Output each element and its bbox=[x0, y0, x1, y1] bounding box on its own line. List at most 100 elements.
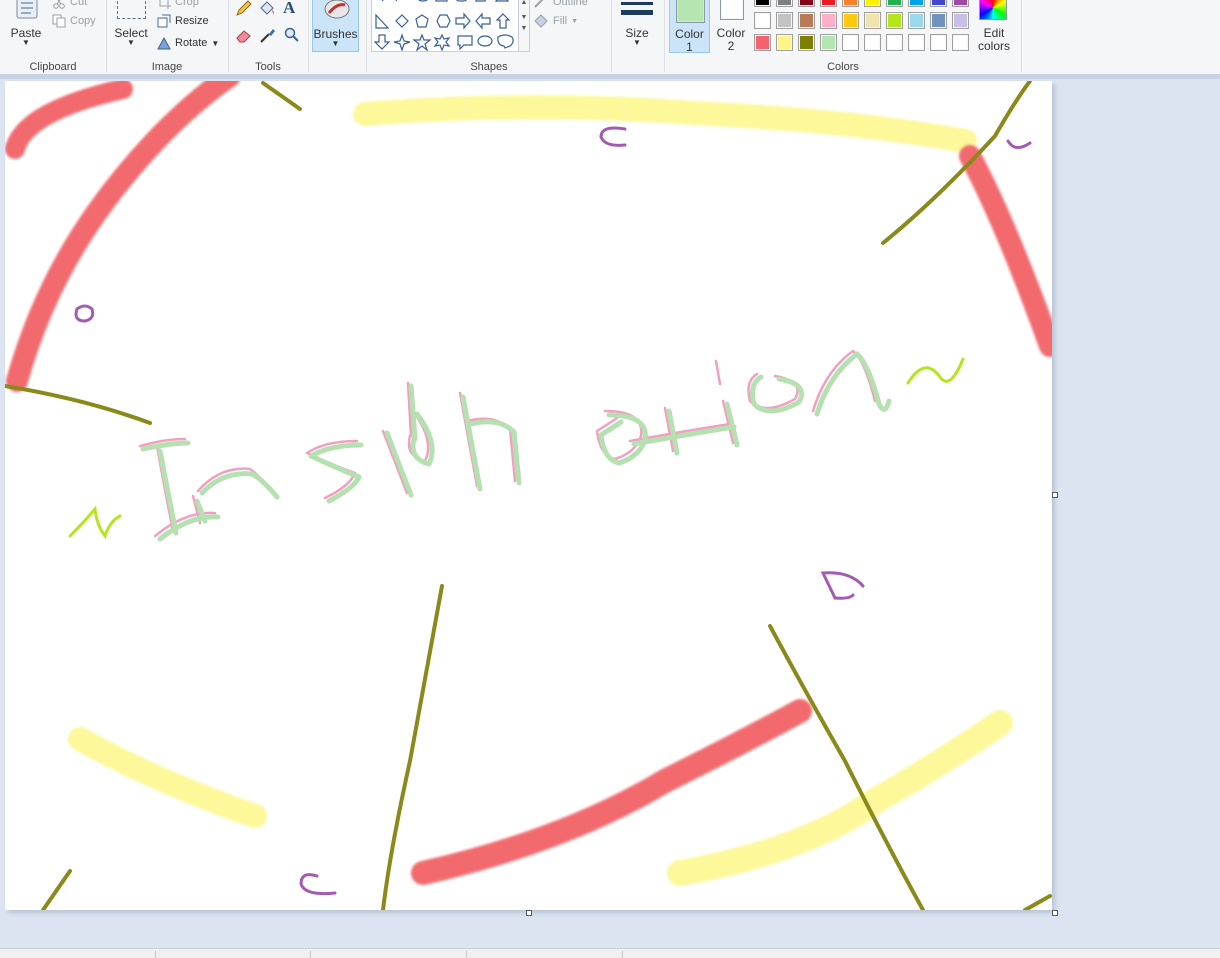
palette-color-swatch[interactable] bbox=[886, 0, 903, 7]
palette-color-swatch[interactable] bbox=[842, 34, 859, 51]
palette-color-swatch[interactable] bbox=[820, 12, 837, 29]
outline-label: Outline bbox=[553, 0, 588, 8]
select-button[interactable]: Select ▼ bbox=[113, 0, 149, 52]
chevron-down-icon: ▼ bbox=[331, 39, 340, 48]
palette-color-swatch[interactable] bbox=[886, 34, 903, 51]
clipboard-group: Paste ▼ Cut Copy Clipboard bbox=[0, 0, 106, 74]
palette-color-swatch[interactable] bbox=[776, 0, 793, 7]
expand-icon: ▼ bbox=[520, 25, 528, 32]
palette-color-swatch[interactable] bbox=[908, 12, 925, 29]
drawing-canvas[interactable] bbox=[3, 79, 1061, 912]
paste-button[interactable]: Paste ▼ bbox=[8, 0, 44, 52]
chevron-down-icon: ▼ bbox=[211, 38, 220, 48]
inspiration-handwriting bbox=[138, 349, 892, 542]
palette-color-swatch[interactable] bbox=[864, 0, 881, 7]
color1-swatch bbox=[676, 0, 705, 23]
color-picker-icon bbox=[259, 27, 277, 43]
red-strokes bbox=[5, 79, 1061, 885]
ribbon: Paste ▼ Cut Copy Clipboard Select ▼ Crop… bbox=[0, 0, 1220, 75]
eraser-tool[interactable] bbox=[235, 27, 253, 43]
palette-color-swatch[interactable] bbox=[820, 0, 837, 7]
palette-color-swatch[interactable] bbox=[952, 0, 969, 7]
canvas-workspace[interactable] bbox=[0, 79, 1220, 948]
resize-handle-corner[interactable] bbox=[1052, 910, 1058, 916]
chevron-down-icon: ▼ bbox=[633, 38, 641, 47]
fill-tool[interactable] bbox=[258, 0, 276, 16]
palette-color-swatch[interactable] bbox=[908, 34, 925, 51]
palette-color-swatch[interactable] bbox=[754, 0, 771, 7]
palette-color-swatch[interactable] bbox=[930, 34, 947, 51]
pencil-tool[interactable] bbox=[235, 0, 253, 16]
palette-color-swatch[interactable] bbox=[754, 34, 771, 51]
palette-color-swatch[interactable] bbox=[952, 34, 969, 51]
colors-group: Color 1 Color 2 Edit colors Colors bbox=[665, 0, 1021, 74]
scissors-icon bbox=[52, 0, 66, 9]
shapes-group-label: Shapes bbox=[470, 61, 508, 73]
copy-button[interactable]: Copy bbox=[52, 11, 96, 31]
palette-color-swatch[interactable] bbox=[754, 12, 771, 29]
brushes-button[interactable]: Brushes ▼ bbox=[312, 0, 359, 52]
crop-icon bbox=[157, 0, 171, 9]
image-group: Select ▼ Crop Resize Rotate ▼ Image bbox=[107, 0, 227, 74]
palette-color-swatch[interactable] bbox=[842, 0, 859, 7]
purple-marks bbox=[74, 126, 1032, 896]
tools-group-label: Tools bbox=[255, 61, 281, 73]
fill-label: Fill bbox=[553, 15, 568, 27]
magnifier-icon bbox=[283, 27, 301, 43]
palette-color-swatch[interactable] bbox=[930, 12, 947, 29]
shapes-scroll[interactable]: ▲ ▼ ▼ bbox=[518, 0, 530, 52]
cut-label: Cut bbox=[70, 0, 88, 8]
copy-label: Copy bbox=[70, 15, 96, 27]
shapes-group: ▲ ▼ ▼ Outline Fill ▼ Shapes bbox=[367, 0, 611, 74]
palette-color-swatch[interactable] bbox=[820, 34, 837, 51]
palette-color-swatch[interactable] bbox=[952, 12, 969, 29]
color2-label: Color bbox=[716, 26, 746, 40]
line-size-icon bbox=[621, 0, 653, 23]
size-button[interactable]: Size ▼ bbox=[615, 0, 659, 52]
rotate-label: Rotate bbox=[175, 37, 208, 49]
palette-color-swatch[interactable] bbox=[842, 12, 859, 29]
chevron-down-icon: ▼ bbox=[127, 38, 135, 47]
color2-button[interactable]: Color 2 bbox=[713, 0, 749, 53]
palette-color-swatch[interactable] bbox=[798, 12, 815, 29]
resize-handle-right[interactable] bbox=[1052, 492, 1058, 498]
fill-button[interactable]: Fill ▼ bbox=[533, 11, 578, 31]
yellow-strokes bbox=[68, 95, 1013, 886]
palette-color-swatch[interactable] bbox=[776, 12, 793, 29]
resize-handle-bottom[interactable] bbox=[526, 910, 532, 916]
outline-icon bbox=[533, 0, 549, 9]
palette-color-swatch[interactable] bbox=[886, 12, 903, 29]
eraser-icon bbox=[235, 27, 253, 43]
chevron-down-icon: ▼ bbox=[22, 38, 30, 47]
palette-color-swatch[interactable] bbox=[864, 34, 881, 51]
palette-color-swatch[interactable] bbox=[864, 12, 881, 29]
edit-colors-button[interactable]: Edit colors bbox=[975, 0, 1013, 53]
separator bbox=[1021, 0, 1022, 72]
clipboard-group-label: Clipboard bbox=[29, 61, 77, 73]
palette-color-swatch[interactable] bbox=[776, 34, 793, 51]
resize-icon bbox=[157, 14, 171, 28]
palette-color-swatch[interactable] bbox=[908, 0, 925, 7]
color2-number: 2 bbox=[727, 39, 735, 53]
crop-label: Crop bbox=[175, 0, 199, 8]
palette-color-swatch[interactable] bbox=[798, 34, 815, 51]
color-palette bbox=[754, 0, 974, 56]
rotate-button[interactable]: Rotate ▼ bbox=[157, 33, 219, 53]
color-wheel-icon bbox=[979, 0, 1007, 20]
edit-colors-label: Edit bbox=[983, 26, 1005, 40]
drawing bbox=[3, 79, 1061, 912]
text-tool[interactable]: A bbox=[283, 0, 295, 18]
fill-bucket-icon bbox=[533, 14, 549, 28]
color1-button[interactable]: Color 1 bbox=[669, 0, 710, 54]
color-picker-tool[interactable] bbox=[259, 27, 277, 43]
text-icon: A bbox=[283, 0, 296, 17]
magnifier-tool[interactable] bbox=[283, 27, 301, 43]
fill-icon bbox=[258, 0, 276, 16]
edit-colors-label-2: colors bbox=[977, 39, 1010, 53]
select-icon bbox=[117, 0, 146, 19]
palette-color-swatch[interactable] bbox=[798, 0, 815, 7]
resize-button[interactable]: Resize bbox=[157, 11, 209, 31]
pencil-icon bbox=[235, 0, 253, 16]
shapes-gallery[interactable] bbox=[371, 0, 519, 52]
palette-color-swatch[interactable] bbox=[930, 0, 947, 7]
